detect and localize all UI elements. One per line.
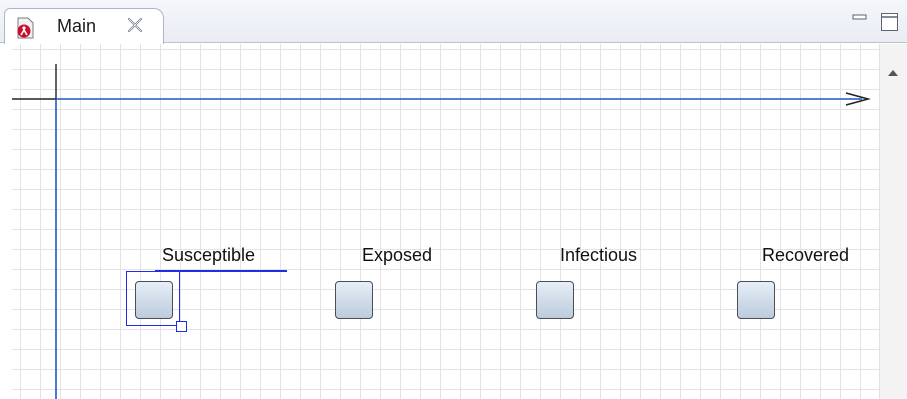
close-tab-icon[interactable] (123, 13, 147, 37)
stock-label-infectious[interactable]: Infectious (560, 245, 637, 266)
scroll-up-arrow-icon[interactable] (887, 68, 899, 78)
tab-main[interactable]: Main (4, 8, 164, 44)
maximize-icon[interactable] (880, 12, 900, 32)
agent-model-icon (17, 17, 34, 39)
stock-recovered[interactable] (737, 281, 775, 319)
stock-infectious[interactable] (536, 281, 574, 319)
resize-handle[interactable] (176, 321, 187, 332)
vertical-scrollbar[interactable] (879, 44, 907, 399)
stock-label-recovered[interactable]: Recovered (762, 245, 849, 266)
stock-label-exposed[interactable]: Exposed (362, 245, 432, 266)
stock-label-susceptible[interactable]: Susceptible (162, 245, 255, 266)
label-selection-marker (155, 270, 183, 272)
stock-susceptible[interactable] (135, 281, 173, 319)
tab-label: Main (57, 16, 97, 36)
axis-layer (12, 64, 872, 399)
minimize-icon[interactable] (852, 12, 868, 32)
stock-exposed[interactable] (335, 281, 373, 319)
editor-tab-bar: Main (0, 0, 907, 44)
